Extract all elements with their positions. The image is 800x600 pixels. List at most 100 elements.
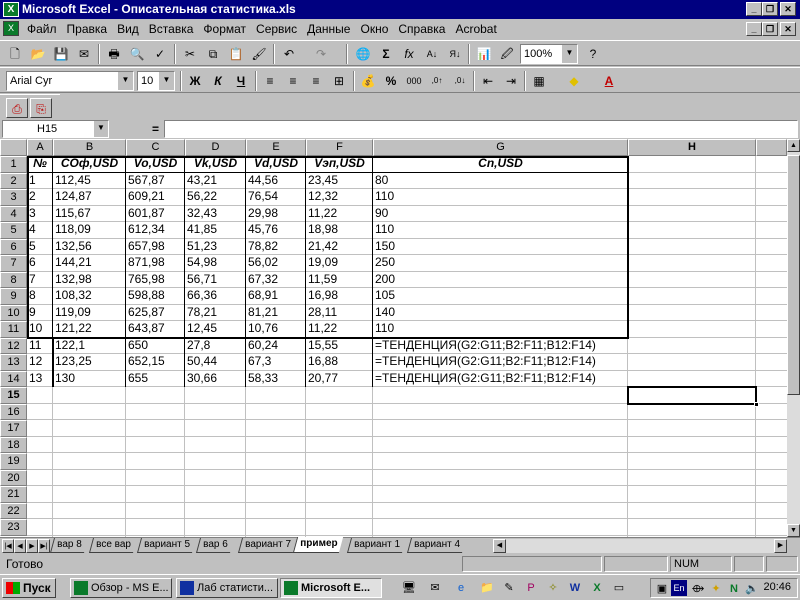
column-header[interactable]: E [246,139,306,156]
excel-quick-icon[interactable]: X [588,579,606,597]
row-header[interactable]: 21 [0,486,27,503]
row-header[interactable]: 11 [0,321,27,338]
sheet-tab[interactable]: вар 6 [195,538,234,553]
table-header-cell[interactable]: Cn,USD [373,156,628,173]
cut-icon[interactable]: ✂ [179,44,201,64]
save-icon[interactable]: 💾 [50,44,72,64]
scroll-down-icon[interactable]: ▼ [787,524,800,537]
menu-item[interactable]: Вставка [144,22,199,36]
table-cell[interactable]: 78,21 [185,305,217,322]
sheet-tab[interactable]: все вар [88,538,137,553]
font-size-select[interactable]: 10 ▼ [137,71,175,91]
table-cell[interactable]: 13 [27,371,42,388]
table-cell[interactable]: 28,11 [306,305,337,322]
autosum-icon[interactable]: Σ [375,44,397,64]
column-header[interactable]: C [126,139,185,156]
table-cell[interactable]: 51,23 [185,239,217,256]
table-cell[interactable]: 29,98 [246,206,278,223]
vertical-scrollbar[interactable]: ▲ ▼ [787,139,800,537]
table-cell[interactable]: 105 [373,288,395,305]
menu-item[interactable]: Вид [112,22,144,36]
row-header[interactable]: 6 [0,238,27,255]
table-cell[interactable]: =ТЕНДЕНЦИЯ(G2:G11;B2:F11;B12:F14) [373,338,596,355]
menu-item[interactable]: Справка [393,22,450,36]
table-cell[interactable]: 10,76 [246,321,278,338]
table-cell[interactable]: 765,98 [126,272,165,289]
italic-button[interactable]: К [207,71,229,91]
table-cell[interactable]: 90 [373,206,388,223]
table-cell[interactable]: 12,45 [185,321,217,338]
undo-icon[interactable]: ↶ [278,44,300,64]
doc-restore-button[interactable]: ❐ [762,22,778,36]
table-cell[interactable]: 54,98 [185,255,217,272]
table-cell[interactable]: 11,22 [306,206,337,223]
excel-icon[interactable]: X [3,2,19,17]
access-icon[interactable]: ✧ [544,579,562,597]
decrease-decimal-icon[interactable]: ,0↓ [449,71,471,91]
table-cell[interactable]: 200 [373,272,395,289]
table-header-cell[interactable]: № [27,156,53,173]
table-cell[interactable]: 121,22 [53,321,92,338]
spelling-icon[interactable]: ✓ [149,44,171,64]
quick-launch-icon[interactable]: ▭ [610,579,628,597]
row-header[interactable]: 5 [0,222,27,239]
function-icon[interactable]: fx [398,44,420,64]
row-header[interactable]: 7 [0,255,27,272]
print-icon[interactable]: 🖶 [103,44,125,64]
table-cell[interactable]: 68,91 [246,288,278,305]
powerpoint-icon[interactable]: P [522,579,540,597]
language-indicator[interactable]: En [671,580,687,596]
row-header[interactable]: 16 [0,403,27,420]
row-header[interactable]: 23 [0,519,27,536]
table-cell[interactable]: 625,87 [126,305,165,322]
chevron-down-icon[interactable]: ▼ [159,72,174,90]
redo-icon[interactable]: ↷ [310,44,332,64]
column-header[interactable] [756,139,787,156]
tray-monitor-icon[interactable]: ▣ [653,580,671,598]
row-header[interactable]: 12 [0,337,27,354]
table-cell[interactable]: 115,67 [53,206,91,223]
table-cell[interactable]: 67,32 [246,272,278,289]
table-cell[interactable]: 32,43 [185,206,217,223]
table-cell[interactable]: 11,59 [306,272,337,289]
table-cell[interactable]: 60,24 [246,338,278,355]
print-preview-icon[interactable]: 🔍 [126,44,148,64]
row-header[interactable]: 10 [0,304,27,321]
minimize-button[interactable]: _ [746,2,762,16]
table-cell[interactable]: 655 [126,371,148,388]
copy-icon[interactable]: ⧉ [202,44,224,64]
scroll-left-icon[interactable]: ◀ [493,539,506,553]
worksheet-grid[interactable]: A B C D E F G H 1 2 3 4 5 6 7 8 9 10 11 12 13 14 15 16 17 18 19 20 2… [0,139,787,537]
pdf-mail-icon[interactable]: ⎘ [30,98,52,118]
tray-n-icon[interactable]: N [725,580,743,598]
decrease-indent-icon[interactable]: ⇤ [477,71,499,91]
table-cell[interactable]: 56,02 [246,255,278,272]
first-sheet-icon[interactable]: |◀ [2,539,14,553]
row-header[interactable]: 1 [0,156,27,173]
table-cell[interactable]: 56,22 [185,189,217,206]
row-header[interactable]: 15 [0,387,27,404]
menu-item[interactable]: Acrobat [450,22,501,36]
vertical-scroll-thumb[interactable] [787,155,800,395]
column-header[interactable]: D [185,139,246,156]
tray-network-icon[interactable]: ⟴ [689,580,707,598]
table-header-cell[interactable]: Vk,USD [185,156,246,173]
table-cell[interactable]: 609,21 [126,189,165,206]
mail-icon[interactable]: ✉ [73,44,95,64]
row-header[interactable]: 20 [0,469,27,486]
table-cell[interactable]: 30,66 [185,371,217,388]
table-cell[interactable]: 11 [27,338,41,355]
table-cell[interactable]: 27,8 [185,338,210,355]
row-header[interactable]: 14 [0,370,27,387]
sort-ascending-icon[interactable]: A↓ [421,44,443,64]
column-header[interactable]: H [628,139,756,156]
table-cell[interactable]: 601,87 [126,206,165,223]
taskbar-button[interactable]: Microsoft E... [280,578,382,598]
table-cell[interactable]: 119,09 [53,305,91,322]
table-cell[interactable]: 124,87 [53,189,92,206]
merge-center-icon[interactable]: ⊞ [328,71,350,91]
table-cell[interactable]: 130 [53,371,75,388]
row-header[interactable]: 18 [0,436,27,453]
show-desktop-icon[interactable]: 🖥 [400,579,418,597]
table-cell[interactable]: 44,56 [246,173,278,190]
